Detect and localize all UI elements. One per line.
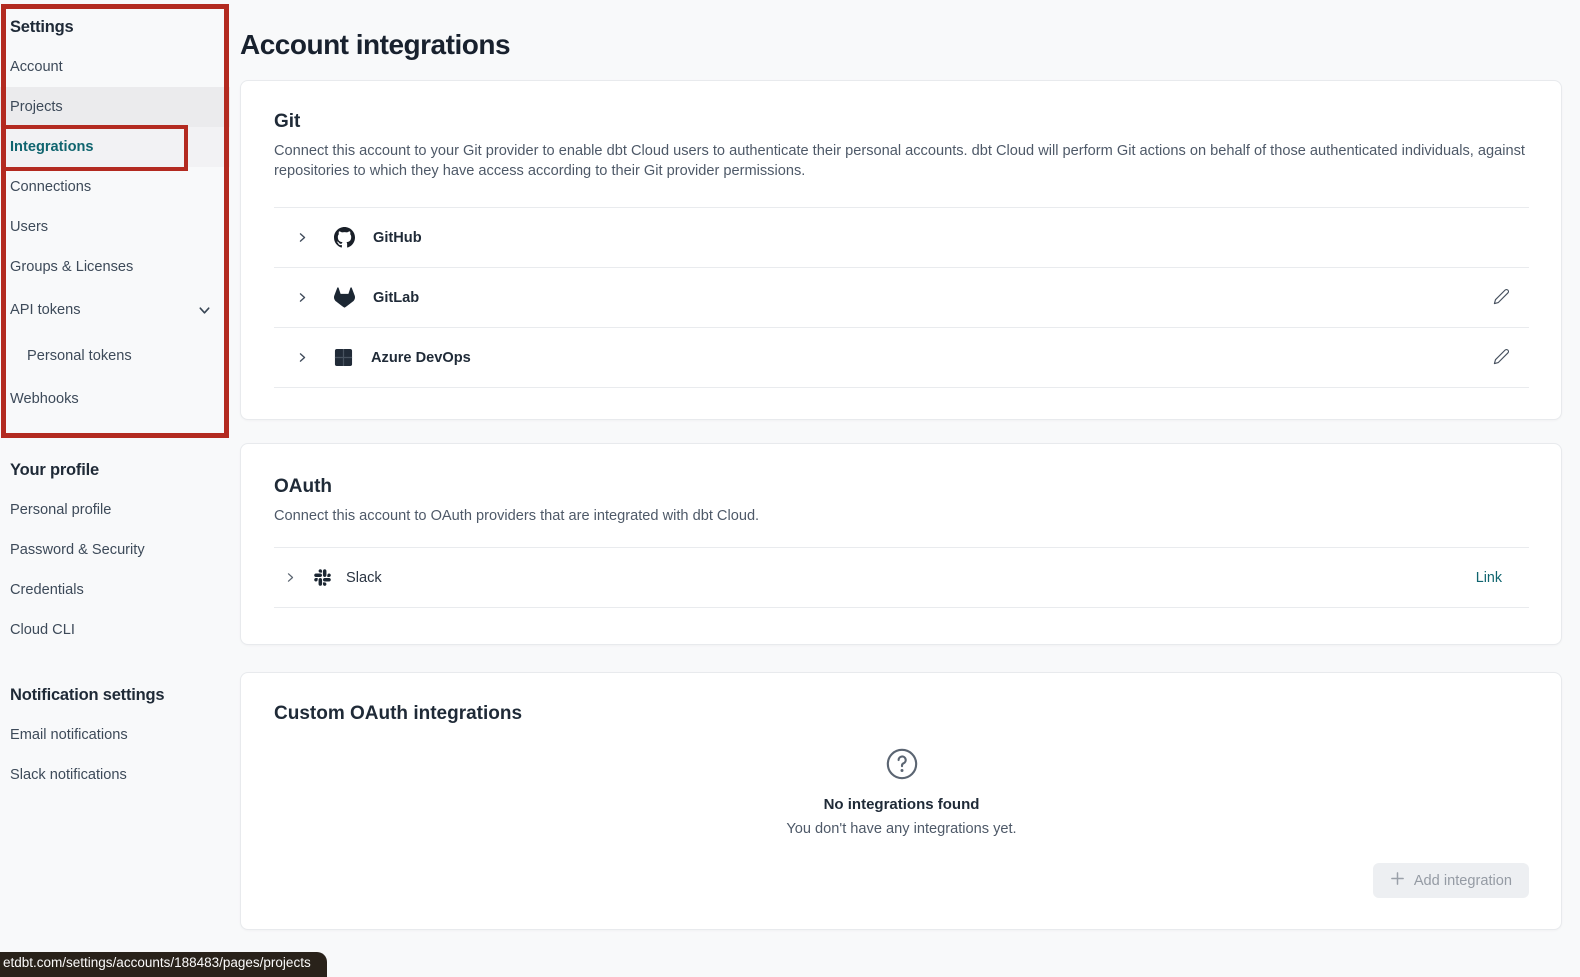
sidebar-item-label: Credentials [10, 582, 84, 598]
sidebar-item-personal-profile[interactable]: Personal profile [0, 490, 230, 530]
page-title: Account integrations [240, 29, 510, 61]
chevron-right-icon [296, 231, 309, 244]
sidebar-item-label: Groups & Licenses [10, 259, 133, 275]
git-integrations-card: Git Connect this account to your Git pro… [240, 80, 1562, 420]
sidebar-item-label: Email notifications [10, 727, 128, 743]
sidebar-item-label: Password & Security [10, 542, 145, 558]
sidebar-item-users[interactable]: Users [0, 207, 230, 247]
sidebar-item-credentials[interactable]: Credentials [0, 570, 230, 610]
custom-oauth-section-title: Custom OAuth integrations [274, 703, 1529, 725]
sidebar-item-groups-licenses[interactable]: Groups & Licenses [0, 247, 230, 287]
sidebar-item-label: Connections [10, 179, 91, 195]
sidebar-item-label: Integrations [10, 139, 94, 155]
sidebar-header-settings: Settings [0, 6, 230, 47]
sidebar-item-label: Personal tokens [27, 348, 132, 364]
chevron-right-icon [284, 571, 297, 584]
git-section-description: Connect this account to your Git provide… [274, 141, 1529, 181]
edit-gitlab-button[interactable] [1491, 286, 1512, 310]
sidebar-item-label: API tokens [10, 302, 81, 318]
sidebar-item-label: Personal profile [10, 502, 111, 518]
chevron-right-icon [296, 351, 309, 364]
empty-state: No integrations found You don't have any… [274, 725, 1529, 837]
gitlab-icon [334, 287, 355, 308]
sidebar-item-api-tokens[interactable]: API tokens [0, 287, 230, 333]
oauth-provider-list: Slack Link [274, 547, 1529, 608]
sidebar-header-your-profile: Your profile [0, 449, 230, 490]
chevron-down-icon [197, 303, 212, 318]
sidebar-item-integrations[interactable]: Integrations [0, 127, 230, 167]
provider-row-azure-devops[interactable]: Azure DevOps [274, 327, 1529, 388]
sidebar-item-personal-tokens[interactable]: Personal tokens [0, 333, 230, 379]
provider-name: GitLab [373, 290, 419, 306]
sidebar-item-slack-notifications[interactable]: Slack notifications [0, 755, 230, 795]
empty-state-subtitle: You don't have any integrations yet. [274, 821, 1529, 837]
settings-sidebar: Settings Account Projects Integrations C… [0, 0, 230, 977]
custom-oauth-card: Custom OAuth integrations No integration… [240, 672, 1562, 930]
provider-name: Slack [346, 570, 382, 586]
sidebar-item-label: Projects [10, 99, 63, 115]
provider-name: GitHub [373, 230, 422, 246]
sidebar-item-account[interactable]: Account [0, 47, 230, 87]
chevron-right-icon [296, 291, 309, 304]
sidebar-item-cloud-cli[interactable]: Cloud CLI [0, 610, 230, 650]
sidebar-item-webhooks[interactable]: Webhooks [0, 379, 230, 419]
sidebar-item-projects[interactable]: Projects [0, 87, 230, 127]
sidebar-item-label: Webhooks [10, 391, 79, 407]
sidebar-item-label: Account [10, 59, 63, 75]
provider-row-github[interactable]: GitHub [274, 207, 1529, 267]
azure-devops-icon [334, 348, 353, 367]
sidebar-header-notification-settings: Notification settings [0, 674, 230, 715]
provider-row-slack[interactable]: Slack Link [274, 547, 1529, 608]
plus-icon [1390, 871, 1405, 890]
sidebar-item-label: Cloud CLI [10, 622, 75, 638]
sidebar-item-password-security[interactable]: Password & Security [0, 530, 230, 570]
sidebar-item-label: Users [10, 219, 48, 235]
pencil-icon [1493, 348, 1510, 368]
slack-icon [313, 568, 332, 587]
provider-row-gitlab[interactable]: GitLab [274, 267, 1529, 327]
github-icon [334, 227, 355, 248]
oauth-section-description: Connect this account to OAuth providers … [274, 506, 1529, 526]
slack-link-action[interactable]: Link [1476, 570, 1502, 586]
sidebar-item-connections[interactable]: Connections [0, 167, 230, 207]
pencil-icon [1493, 288, 1510, 308]
provider-name: Azure DevOps [371, 350, 471, 366]
add-integration-label: Add integration [1414, 873, 1512, 889]
question-circle-icon [885, 747, 919, 786]
status-bar-url: etdbt.com/settings/accounts/188483/pages… [0, 952, 327, 977]
oauth-section-title: OAuth [274, 476, 1529, 498]
oauth-card: OAuth Connect this account to OAuth prov… [240, 443, 1562, 645]
empty-state-title: No integrations found [274, 796, 1529, 813]
sidebar-item-email-notifications[interactable]: Email notifications [0, 715, 230, 755]
add-integration-button[interactable]: Add integration [1373, 863, 1529, 898]
sidebar-item-label: Slack notifications [10, 767, 127, 783]
git-section-title: Git [274, 111, 1529, 133]
edit-azure-devops-button[interactable] [1491, 346, 1512, 370]
git-provider-list: GitHub GitLab Azure [274, 207, 1529, 388]
